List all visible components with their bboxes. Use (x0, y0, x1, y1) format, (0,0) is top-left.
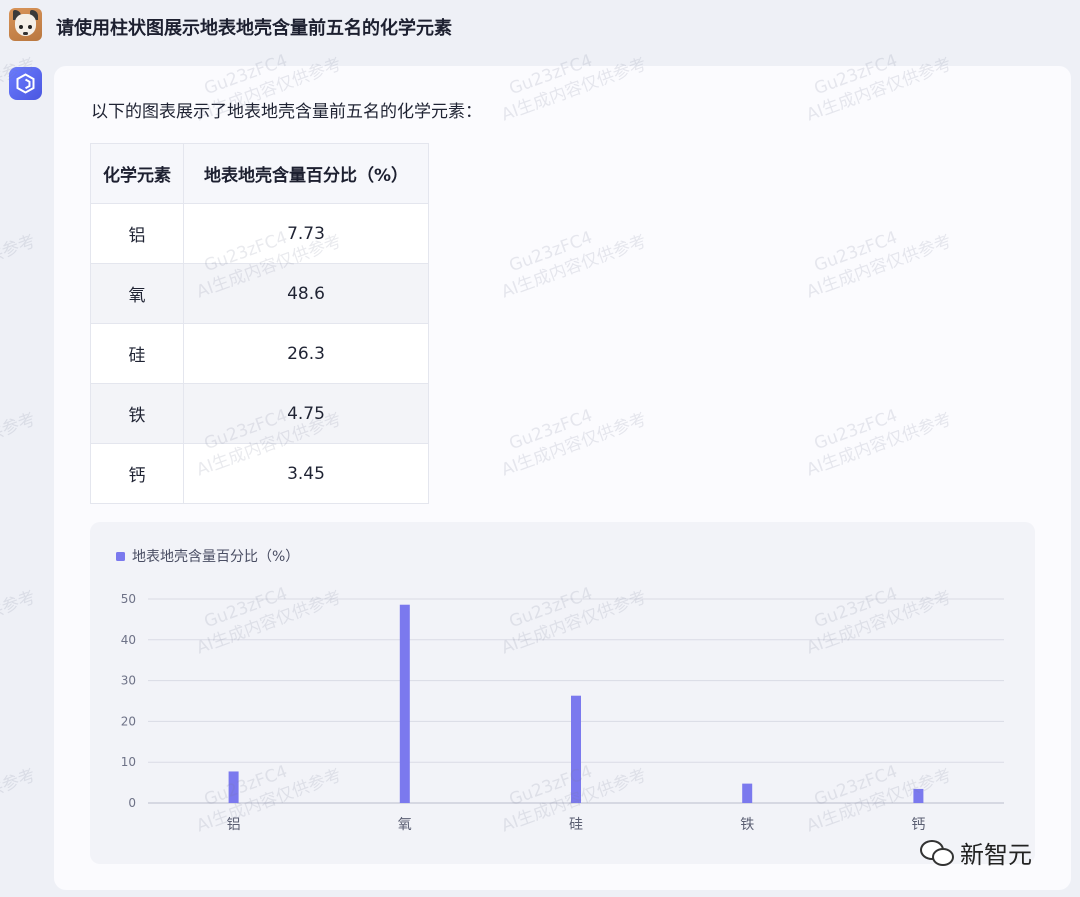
table-cell-value: 7.73 (183, 203, 429, 264)
bar-3[interactable] (571, 695, 581, 803)
user-message: 请使用柱状图展示地表地壳含量前五名的化学元素 (56, 18, 452, 39)
assistant-avatar (9, 67, 42, 100)
table-cell-element: 铝 (90, 203, 184, 264)
x-tick-label: 氧 (398, 817, 412, 833)
table-cell-element: 硅 (90, 323, 184, 384)
legend-label: 地表地壳含量百分比（%） (132, 548, 299, 565)
table-header-row: 化学元素 地表地壳含量百分比（%） (90, 143, 429, 204)
table-cell-element: 铁 (90, 383, 184, 444)
table-header-percentage: 地表地壳含量百分比（%） (183, 143, 429, 204)
table-cell-value: 26.3 (183, 323, 429, 384)
table-row: 钙 3.45 (90, 443, 429, 504)
watermark-text: Gu23zFC4 AI生成内容仅供参考 (0, 231, 39, 303)
legend-swatch (116, 552, 125, 561)
y-tick-label: 30 (121, 674, 136, 688)
x-tick-label: 硅 (569, 817, 583, 833)
table-cell-element: 钙 (90, 443, 184, 504)
response-intro: 以下的图表展示了地表地壳含量前五名的化学元素： (91, 102, 482, 122)
y-tick-label: 50 (121, 592, 136, 606)
chart-legend[interactable]: 地表地壳含量百分比（%） (116, 548, 299, 565)
user-avatar (9, 8, 42, 41)
bar-chart: 0 10 20 30 40 50 铝 氧 硅 铁 钙 地表地壳含量百分比（%） (116, 548, 1004, 833)
table-cell-value: 48.6 (183, 263, 429, 324)
bar-1[interactable] (228, 771, 239, 803)
brand-name: 新智元 (960, 840, 1032, 869)
y-tick-label: 40 (121, 633, 136, 647)
bar-chart-panel: 0 10 20 30 40 50 铝 氧 硅 铁 钙 地表地壳含量百分比（%） (90, 522, 1035, 864)
watermark-text: Gu23zFC4 AI生成内容仅供参考 (0, 587, 39, 659)
bar-2[interactable] (399, 604, 410, 803)
y-tick-label: 10 (121, 755, 136, 769)
watermark-text: Gu23zFC4 AI生成内容仅供参考 (0, 409, 39, 481)
assistant-logo-icon (16, 73, 35, 94)
chart-y-ticks: 0 10 20 30 40 50 (121, 592, 136, 810)
bar-4[interactable] (742, 783, 753, 803)
brand-badge: 新智元 (920, 834, 1032, 870)
assistant-response-card: 以下的图表展示了地表地壳含量前五名的化学元素： 化学元素 地表地壳含量百分比（%… (54, 66, 1071, 890)
bar-5[interactable] (913, 788, 924, 803)
y-tick-label: 0 (128, 796, 136, 810)
table-row: 氧 48.6 (90, 263, 429, 324)
table-row: 铝 7.73 (90, 203, 429, 264)
chart-x-ticks: 铝氧硅铁钙 (227, 817, 926, 833)
x-tick-label: 铝 (227, 817, 241, 833)
watermark-text: Gu23zFC4 AI生成内容仅供参考 (0, 765, 39, 837)
x-tick-label: 铁 (740, 817, 754, 833)
table-cell-element: 氧 (90, 263, 184, 324)
x-tick-label: 钙 (911, 817, 925, 833)
table-cell-value: 3.45 (183, 443, 429, 504)
table-cell-value: 4.75 (183, 383, 429, 444)
table-row: 硅 26.3 (90, 323, 429, 384)
wechat-icon (920, 838, 954, 866)
table-header-element: 化学元素 (90, 143, 184, 204)
y-tick-label: 20 (121, 714, 136, 728)
table-row: 铁 4.75 (90, 383, 429, 444)
chart-bars (228, 604, 924, 803)
element-table: 化学元素 地表地壳含量百分比（%） 铝 7.73 氧 48.6 硅 26.3 铁… (90, 143, 429, 504)
